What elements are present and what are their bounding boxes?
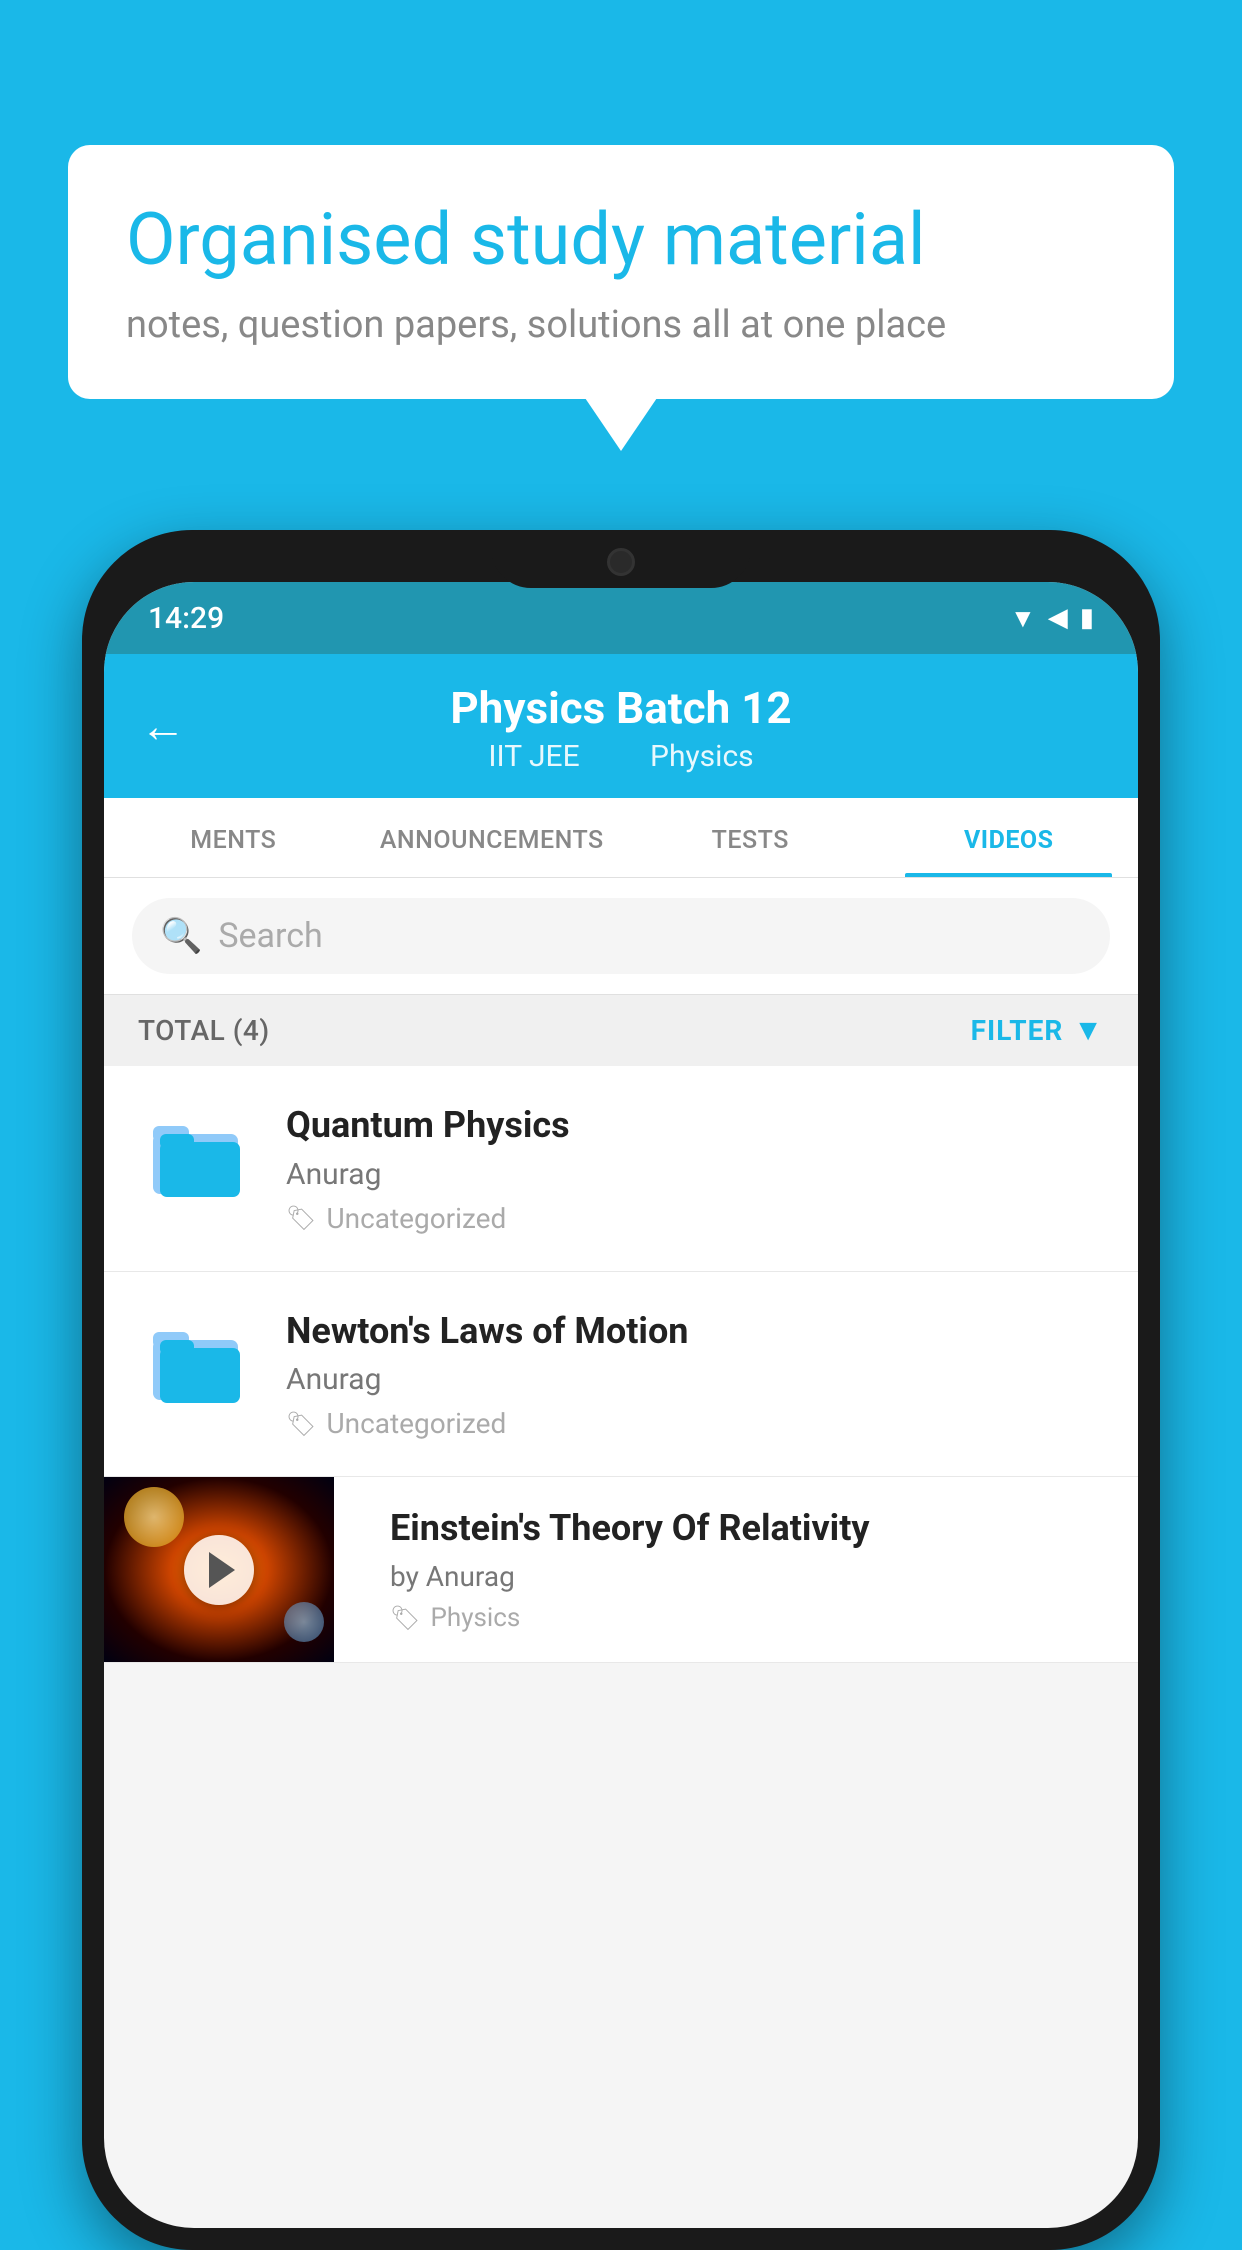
header-subtitle-separator (611, 739, 626, 774)
bubble-subtitle: notes, question papers, solutions all at… (126, 303, 1116, 347)
bubble-title: Organised study material (126, 197, 1116, 283)
video-title: Quantum Physics (286, 1102, 1104, 1149)
phone-notch (491, 530, 751, 588)
back-button[interactable]: ← (140, 698, 186, 753)
front-camera (607, 548, 635, 576)
video-author: Anurag (286, 1157, 1104, 1192)
header-subtitle-part1: IIT JEE (488, 739, 579, 774)
filter-label: FILTER (971, 1014, 1064, 1047)
tag-icon: 🏷 (286, 1410, 316, 1438)
video-tag: 🏷 Uncategorized (286, 1407, 1104, 1440)
status-bar: 14:29 ▼ ◀ ▮ (104, 582, 1138, 654)
speech-bubble: Organised study material notes, question… (68, 145, 1174, 399)
list-item[interactable]: Einstein's Theory Of Relativity by Anura… (104, 1477, 1138, 1663)
search-placeholder: Search (218, 916, 322, 956)
tag-icon: 🏷 (286, 1204, 316, 1232)
filter-icon: ▼ (1073, 1013, 1104, 1048)
signal-icon: ◀ (1048, 603, 1068, 633)
folder-icon (148, 1112, 248, 1202)
tabs-bar: MENTS ANNOUNCEMENTS TESTS VIDEOS (104, 798, 1138, 878)
video-author: Anurag (286, 1362, 1104, 1397)
folder-icon (148, 1318, 248, 1408)
tab-announcements[interactable]: ANNOUNCEMENTS (363, 798, 622, 877)
video-author: by Anurag (390, 1560, 1110, 1593)
tab-videos[interactable]: VIDEOS (880, 798, 1139, 877)
header-title: Physics Batch 12 (140, 682, 1102, 735)
filter-bar: TOTAL (4) FILTER ▼ (104, 995, 1138, 1066)
video-thumbnail (104, 1477, 334, 1662)
header-subtitle: IIT JEE Physics (140, 739, 1102, 774)
tag-label: Uncategorized (326, 1202, 506, 1235)
play-triangle-icon (209, 1552, 235, 1588)
wifi-icon: ▼ (1010, 603, 1036, 634)
tag-icon: 🏷 (390, 1604, 420, 1632)
search-icon: 🔍 (160, 916, 202, 956)
status-icons: ▼ ◀ ▮ (1010, 603, 1094, 634)
video-info: Newton's Laws of Motion Anurag 🏷 Uncateg… (286, 1308, 1104, 1441)
video-title: Newton's Laws of Motion (286, 1308, 1104, 1355)
total-count-label: TOTAL (4) (138, 1014, 270, 1047)
tab-tests[interactable]: TESTS (621, 798, 880, 877)
phone-frame: 14:29 ▼ ◀ ▮ ← Physics Batch 12 IIT JEE P… (82, 530, 1160, 2250)
phone-screen: 14:29 ▼ ◀ ▮ ← Physics Batch 12 IIT JEE P… (104, 582, 1138, 2228)
video-tag: 🏷 Physics (390, 1603, 1110, 1633)
search-bar[interactable]: 🔍 Search (132, 898, 1110, 974)
search-container: 🔍 Search (104, 878, 1138, 995)
list-item[interactable]: Newton's Laws of Motion Anurag 🏷 Uncateg… (104, 1272, 1138, 1478)
speech-bubble-container: Organised study material notes, question… (68, 145, 1174, 399)
play-button[interactable] (184, 1535, 254, 1605)
list-item[interactable]: Quantum Physics Anurag 🏷 Uncategorized (104, 1066, 1138, 1272)
time-display: 14:29 (148, 601, 224, 636)
header-subtitle-part2: Physics (650, 739, 754, 774)
video-tag: 🏷 Uncategorized (286, 1202, 1104, 1235)
thumbnail-bg (104, 1477, 334, 1662)
video-info: Einstein's Theory Of Relativity by Anura… (362, 1477, 1138, 1661)
video-title: Einstein's Theory Of Relativity (390, 1505, 1110, 1552)
video-folder-thumb (138, 1308, 258, 1418)
filter-button[interactable]: FILTER ▼ (971, 1013, 1104, 1048)
video-info: Quantum Physics Anurag 🏷 Uncategorized (286, 1102, 1104, 1235)
app-header: ← Physics Batch 12 IIT JEE Physics (104, 654, 1138, 798)
video-list: Quantum Physics Anurag 🏷 Uncategorized (104, 1066, 1138, 1664)
battery-icon: ▮ (1080, 603, 1094, 633)
tab-ments[interactable]: MENTS (104, 798, 363, 877)
tag-label: Physics (430, 1603, 520, 1633)
tag-label: Uncategorized (326, 1407, 506, 1440)
video-folder-thumb (138, 1102, 258, 1212)
